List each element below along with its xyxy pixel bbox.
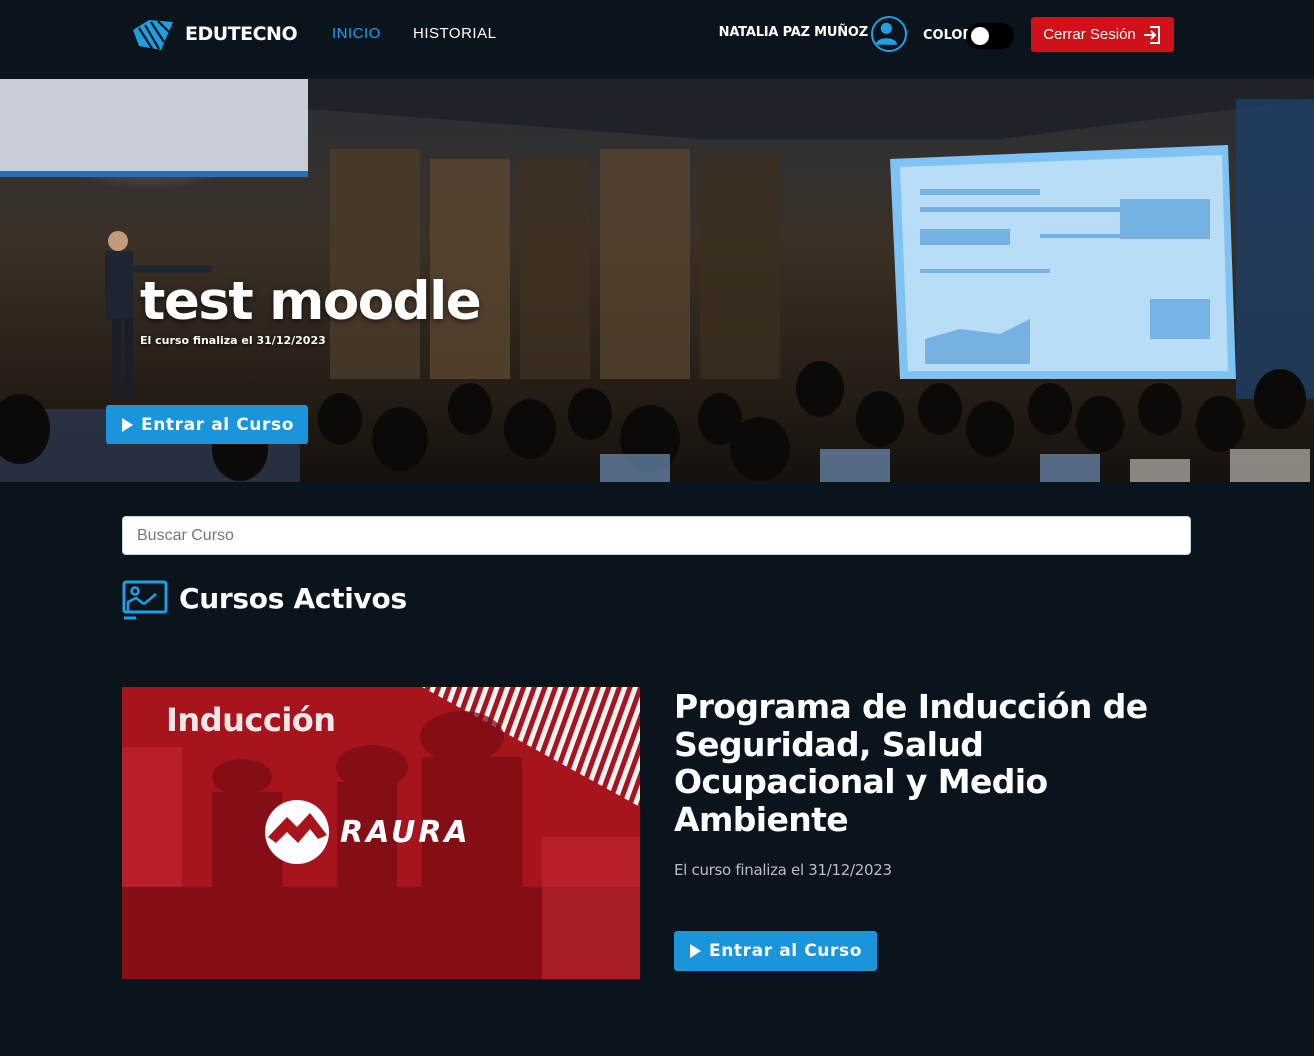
course-thumbnail-label: Inducción xyxy=(166,701,336,739)
edutecno-logo[interactable]: EDUTECNO xyxy=(131,16,298,52)
active-courses-heading: Cursos Activos xyxy=(179,582,407,615)
hero-banner: test moodle El curso finaliza el 31/12/2… xyxy=(0,79,1314,482)
logout-button[interactable]: Cerrar Sesión xyxy=(1031,17,1174,52)
hero-enter-course-label: Entrar al Curso xyxy=(141,414,294,435)
user-name: NATALIA PAZ MUÑOZ xyxy=(718,25,869,40)
color-toggle[interactable] xyxy=(966,23,1014,49)
logout-label: Cerrar Sesión xyxy=(1043,26,1136,43)
nav-link-historial[interactable]: HISTORIAL xyxy=(413,25,496,42)
course-thumbnail[interactable]: Inducción RAURA xyxy=(122,687,640,979)
course-title: Programa de Inducción de Seguridad, Salu… xyxy=(674,687,1148,839)
course-thumbnail-brand: RAURA xyxy=(340,815,471,850)
logo-text: EDUTECNO xyxy=(185,23,298,45)
logout-icon xyxy=(1143,25,1160,44)
hero-enter-course-button[interactable]: Entrar al Curso xyxy=(106,405,308,444)
raura-logo-icon xyxy=(265,800,329,864)
hero-course-title: test moodle xyxy=(140,271,482,332)
edutecno-logo-icon xyxy=(133,20,173,51)
play-icon xyxy=(690,944,701,958)
nav-link-inicio[interactable]: INICIO xyxy=(332,25,381,42)
course-enter-label: Entrar al Curso xyxy=(709,941,862,961)
course-end-date: El curso finaliza el 31/12/2023 xyxy=(674,861,892,879)
hero-course-end-date: El curso finaliza el 31/12/2023 xyxy=(140,334,326,347)
toggle-knob xyxy=(971,27,989,45)
course-enter-button[interactable]: Entrar al Curso xyxy=(674,931,877,971)
search-course-input[interactable] xyxy=(122,516,1191,555)
top-navbar: EDUTECNO INICIO HISTORIAL NATALIA PAZ MU… xyxy=(0,0,1314,79)
play-icon xyxy=(122,417,133,432)
user-avatar-icon[interactable] xyxy=(871,16,907,52)
course-board-icon xyxy=(122,580,168,620)
